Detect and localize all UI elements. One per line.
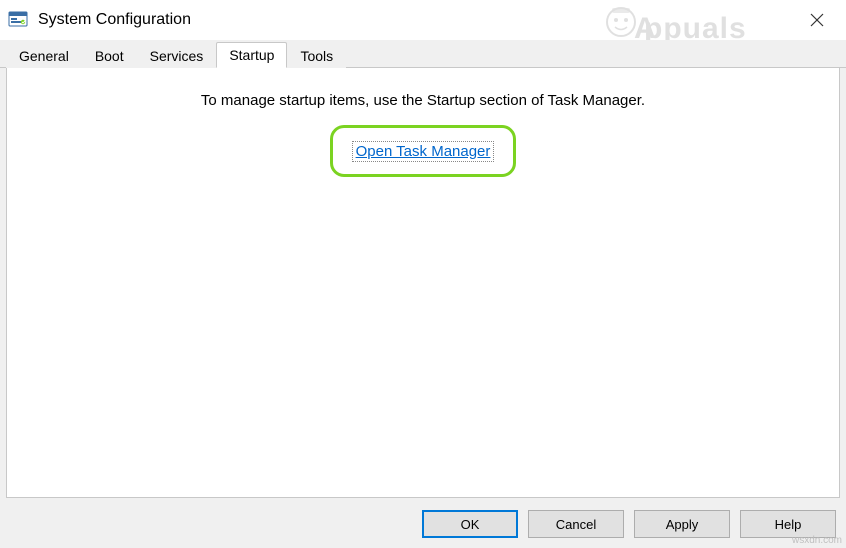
app-icon — [8, 10, 28, 30]
window-title: System Configuration — [38, 11, 191, 29]
ok-button[interactable]: OK — [422, 510, 518, 538]
tab-boot[interactable]: Boot — [82, 43, 137, 68]
close-button[interactable] — [802, 8, 832, 32]
cancel-button[interactable]: Cancel — [528, 510, 624, 538]
tab-strip: General Boot Services Startup Tools — [0, 40, 846, 68]
apply-button[interactable]: Apply — [634, 510, 730, 538]
tab-services[interactable]: Services — [137, 43, 217, 68]
help-button[interactable]: Help — [740, 510, 836, 538]
titlebar: System Configuration — [0, 0, 846, 40]
tab-startup[interactable]: Startup — [216, 42, 287, 68]
open-task-manager-link[interactable]: Open Task Manager — [356, 143, 491, 160]
tab-content: To manage startup items, use the Startup… — [6, 68, 840, 498]
tab-tools[interactable]: Tools — [287, 43, 346, 68]
open-task-manager-highlight: Open Task Manager — [330, 125, 516, 177]
system-configuration-window: System Configuration ppuals A General Bo… — [0, 0, 846, 548]
dialog-button-row: OK Cancel Apply Help — [422, 510, 836, 538]
close-icon — [810, 13, 824, 27]
link-focus-border: Open Task Manager — [352, 141, 495, 162]
tab-general[interactable]: General — [6, 43, 82, 68]
startup-instruction-text: To manage startup items, use the Startup… — [7, 92, 839, 109]
